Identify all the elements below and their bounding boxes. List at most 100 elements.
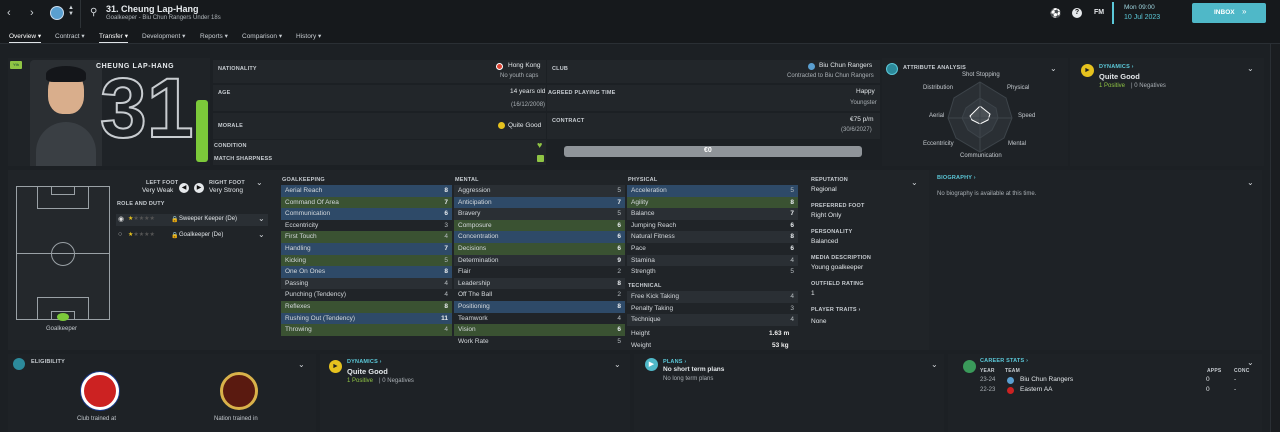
attribute-row[interactable]: Communication 6 [281, 208, 452, 220]
career-stats-title[interactable]: CAREER STATS › [980, 358, 1028, 364]
attribute-row[interactable]: Stamina 4 [627, 254, 798, 267]
youth-caps: No youth caps [500, 73, 539, 79]
plans-title[interactable]: PLANS › [663, 359, 686, 365]
back-arrow-icon[interactable]: ‹ [7, 7, 11, 19]
attribute-row[interactable]: Strength 5 [627, 266, 798, 278]
left-foot-label: LEFT FOOT [146, 180, 179, 186]
attribute-row[interactable]: Positioning 8 [454, 301, 625, 313]
chevron-down-icon[interactable]: ⌄ [256, 178, 263, 187]
attribute-value: 8 [790, 198, 794, 206]
attribute-row[interactable]: Leadership 8 [454, 277, 625, 290]
switch-arrows-icon[interactable]: ▲ ▼ [68, 5, 74, 17]
scrollbar[interactable] [1270, 44, 1280, 432]
radio-selected-icon[interactable]: ◉ [118, 215, 124, 223]
career-year: 23-24 [980, 377, 996, 383]
fm-logo[interactable]: FM [1094, 9, 1104, 16]
attribute-row[interactable]: Concentration 6 [454, 231, 625, 243]
tab-contract[interactable]: Contract ▾ [55, 32, 85, 40]
attribute-row[interactable]: Reflexes 8 [281, 301, 452, 313]
attribute-row[interactable]: Aggression 5 [454, 185, 625, 197]
nation-trained-badge[interactable] [220, 372, 258, 410]
attribute-row[interactable]: Anticipation 7 [454, 196, 625, 209]
attribute-value: 5 [617, 187, 621, 194]
attribute-row[interactable]: Throwing 4 [281, 324, 452, 336]
career-team[interactable]: Biu Chun Rangers [1020, 376, 1073, 383]
attribute-row[interactable]: First Touch 4 [281, 231, 452, 243]
player-traits-link[interactable]: PLAYER TRAITS › [811, 307, 861, 313]
chevron-down-icon[interactable]: ⌄ [1050, 64, 1057, 73]
attribute-row[interactable]: Off The Ball 2 [454, 289, 625, 301]
attribute-row[interactable]: Kicking 5 [281, 254, 452, 267]
dynamics-title[interactable]: DYNAMICS › [1099, 64, 1134, 70]
role-row-2[interactable]: ○ ★★★★★ 🔒 Goalkeeper (De) ⌄ [116, 230, 268, 242]
nationality-value[interactable]: Hong Kong [508, 62, 541, 69]
tab-overview[interactable]: Overview ▾ [9, 32, 42, 43]
attribute-row[interactable]: Natural Fitness 8 [627, 231, 798, 243]
attribute-value: 8 [790, 233, 794, 241]
dynamics-icon: ► [1081, 64, 1094, 77]
attribute-row[interactable]: Aerial Reach 8 [281, 185, 452, 197]
attribute-row[interactable]: Rushing Out (Tendency) 11 [281, 312, 452, 325]
flag-icon [496, 63, 503, 70]
attribute-row[interactable]: Decisions 6 [454, 243, 625, 255]
chevron-down-icon[interactable]: ⌄ [1247, 358, 1254, 367]
attribute-row[interactable]: Composure 6 [454, 219, 625, 232]
attribute-row[interactable]: Agility 8 [627, 196, 798, 209]
chevron-down-icon[interactable]: ⌄ [258, 230, 265, 239]
tab-history[interactable]: History ▾ [296, 32, 321, 40]
tab-reports[interactable]: Reports ▾ [200, 32, 228, 40]
attribute-row[interactable]: Command Of Area 7 [281, 196, 452, 209]
search-icon[interactable]: ⚲ [90, 7, 97, 18]
club-badge-icon[interactable] [50, 6, 64, 20]
attribute-value: 6 [790, 245, 794, 252]
role-row-1[interactable]: ◉ ★★★★★ 🔒 Sweeper Keeper (De) ⌄ [116, 214, 268, 226]
attribute-row[interactable]: Determination 9 [454, 254, 625, 267]
analysis-icon [886, 63, 898, 75]
attribute-name: Free Kick Taking [631, 293, 679, 300]
attribute-value: 4 [790, 293, 794, 300]
attribute-row[interactable]: Acceleration 5 [627, 185, 798, 197]
help-icon[interactable]: ? [1072, 8, 1082, 18]
attribute-row[interactable]: Passing 4 [281, 277, 452, 290]
attribute-row[interactable]: Handling 7 [281, 243, 452, 255]
dynamics-bottom-title[interactable]: DYNAMICS › [347, 359, 382, 365]
career-row[interactable]: 22-23 Eastern AA 0 - [976, 385, 1256, 396]
career-team[interactable]: Eastern AA [1020, 386, 1053, 393]
inbox-button[interactable]: INBOX » [1192, 3, 1266, 23]
biography-title[interactable]: BIOGRAPHY › [937, 175, 976, 181]
attribute-row[interactable]: Balance 7 [627, 208, 798, 220]
chevron-down-icon[interactable]: ⌄ [298, 360, 305, 369]
forward-arrow-icon[interactable]: › [30, 7, 34, 19]
attribute-row[interactable]: Vision 6 [454, 324, 625, 336]
attribute-row[interactable]: Jumping Reach 6 [627, 220, 798, 232]
attribute-row[interactable]: One On Ones 8 [281, 266, 452, 278]
attribute-row[interactable]: Technique 4 [627, 314, 798, 326]
media-description-label: MEDIA DESCRIPTION [811, 255, 872, 261]
chevron-down-icon[interactable]: ⌄ [931, 360, 938, 369]
chevron-down-icon[interactable]: ⌄ [614, 360, 621, 369]
attribute-name: Aerial Reach [285, 187, 323, 194]
attribute-row[interactable]: Work Rate 5 [454, 336, 625, 348]
age-label: AGE [218, 90, 231, 96]
attribute-row[interactable]: Teamwork 4 [454, 313, 625, 325]
attribute-row[interactable]: Penalty Taking 3 [627, 303, 798, 315]
attribute-row[interactable]: Punching (Tendency) 4 [281, 289, 452, 301]
physical-title: PHYSICAL [628, 177, 658, 183]
football-icon[interactable]: ⚽ [1050, 8, 1061, 19]
club-trained-badge[interactable] [81, 372, 119, 410]
tab-transfer[interactable]: Transfer ▾ [99, 32, 129, 43]
club-value[interactable]: Biu Chun Rangers [819, 62, 872, 69]
attribute-row[interactable]: Bravery 5 [454, 208, 625, 220]
tab-comparison[interactable]: Comparison ▾ [242, 32, 282, 40]
radio-icon[interactable]: ○ [118, 231, 122, 238]
attribute-row[interactable]: Eccentricity 3 [281, 220, 452, 232]
chevron-down-icon[interactable]: ⌄ [1247, 178, 1254, 187]
biography-panel [929, 170, 1262, 350]
chevron-down-icon[interactable]: ⌄ [911, 178, 918, 187]
chevron-down-icon[interactable]: ⌄ [1247, 64, 1254, 73]
chevron-down-icon[interactable]: ⌄ [258, 214, 265, 223]
tab-development[interactable]: Development ▾ [142, 32, 185, 40]
attribute-row[interactable]: Free Kick Taking 4 [627, 291, 798, 303]
attribute-row[interactable]: Pace 6 [627, 243, 798, 255]
attribute-row[interactable]: Flair 2 [454, 266, 625, 278]
